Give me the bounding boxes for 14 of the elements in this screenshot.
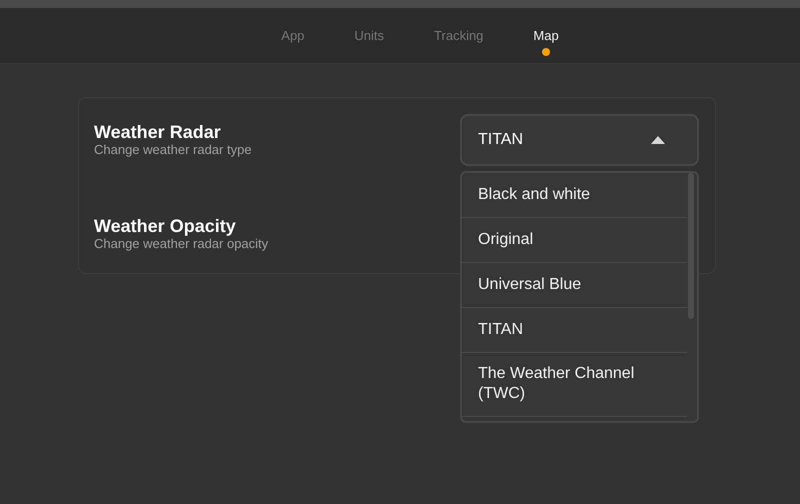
tab[interactable]: Map <box>531 8 561 43</box>
setting-title: Weather Radar <box>94 122 222 142</box>
dropdown-option[interactable]: TITAN <box>462 308 687 353</box>
dropdown-option[interactable]: Black and white <box>462 173 687 218</box>
dropdown-option[interactable]: The Weather Channel (TWC) <box>462 353 687 417</box>
dropdown-option[interactable]: Original <box>462 218 687 263</box>
scrollbar[interactable] <box>688 173 694 319</box>
setting-title: Weather Opacity <box>94 216 237 236</box>
dropdown-option[interactable]: Universal Blue <box>462 263 687 308</box>
setting-description: Change weather radar type <box>94 142 252 157</box>
dropdown[interactable]: TITAN <box>460 114 699 166</box>
setting-description: Change weather radar opacity <box>94 236 268 251</box>
caret-icon <box>651 136 665 144</box>
active-indicator-icon <box>542 48 550 56</box>
